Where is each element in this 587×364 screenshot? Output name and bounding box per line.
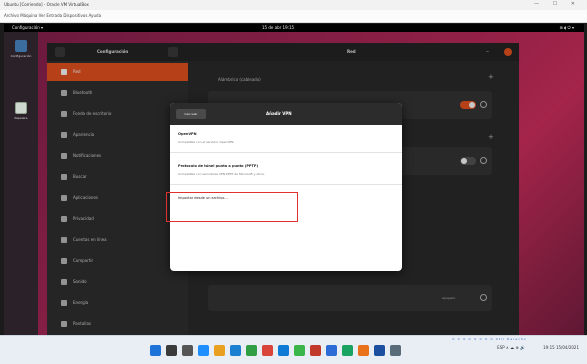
virtualbox-icon[interactable] xyxy=(374,345,385,356)
system-tray[interactable]: ⊞ ◖ ⏻ ▾ xyxy=(560,25,574,30)
edge-icon[interactable] xyxy=(230,345,241,356)
dock-item-label: Papelera xyxy=(14,116,28,120)
app-icon[interactable] xyxy=(358,345,369,356)
dock: Configuración Papelera xyxy=(4,32,38,335)
chrome-icon[interactable] xyxy=(246,345,257,356)
search-icon[interactable] xyxy=(166,345,177,356)
vpn-option-title: Protocolo de túnel punto a punto (PPTP) xyxy=(178,164,259,168)
app-icon[interactable] xyxy=(262,345,273,356)
app-icon[interactable] xyxy=(390,345,401,356)
dock-item-trash[interactable]: Papelera xyxy=(7,102,35,120)
app-icon[interactable] xyxy=(326,345,337,356)
dock-item-label: Configuración xyxy=(10,54,32,58)
activities-button[interactable]: Configuración ▾ xyxy=(12,25,43,30)
vbox-status-indicators[interactable]: ⊙ ⊙ ⊙ ⊙ ⊙ ⊙ ⊙ ⊙ Ctrl Derecho xyxy=(452,337,582,346)
cancel-button[interactable]: Cancelar xyxy=(176,109,206,119)
ubuntu-top-bar: Configuración ▾ 15 de abr 19:15 ⊞ ◖ ⏻ ▾ xyxy=(4,24,584,32)
task-view-icon[interactable] xyxy=(182,345,193,356)
vpn-option-description: Compatible con servidores VPN PPTP de Mi… xyxy=(178,172,265,176)
vpn-option-description: Compatible con el servidor OpenVPN. xyxy=(178,140,235,144)
host-menu[interactable]: Archivo Máquina Ver Entrada Dispositivos… xyxy=(4,13,101,18)
store-icon[interactable] xyxy=(278,345,289,356)
top-bar-clock[interactable]: 15 de abr 19:15 xyxy=(262,25,294,30)
dialog-title: Añadir VPN xyxy=(266,111,292,116)
host-title-bar: Ubuntu [Corriendo] - Oracle VM VirtualBo… xyxy=(0,0,587,10)
vpn-option-title: OpenVPN xyxy=(178,132,197,136)
host-title: Ubuntu [Corriendo] - Oracle VM VirtualBo… xyxy=(4,2,89,7)
app-icon[interactable] xyxy=(294,345,305,356)
trash-icon xyxy=(15,102,27,114)
annotation-highlight-box xyxy=(166,192,298,222)
vpn-option-pptp[interactable]: Protocolo de túnel punto a punto (PPTP) … xyxy=(170,157,402,185)
settings-app-icon xyxy=(15,40,27,52)
widgets-icon[interactable] xyxy=(198,345,209,356)
add-vpn-dialog: Cancelar Añadir VPN OpenVPN Compatible c… xyxy=(170,103,402,271)
file-explorer-icon[interactable] xyxy=(214,345,225,356)
app-icon[interactable] xyxy=(342,345,353,356)
app-icon[interactable] xyxy=(310,345,321,356)
dock-item-settings[interactable]: Configuración xyxy=(7,40,35,58)
vpn-option-openvpn[interactable]: OpenVPN Compatible con el servidor OpenV… xyxy=(170,125,402,153)
host-window-controls[interactable]: — ☐ ✕ xyxy=(534,1,581,7)
dialog-header: Cancelar Añadir VPN xyxy=(170,103,402,125)
start-icon[interactable] xyxy=(150,345,161,356)
host-menu-bar: Archivo Máquina Ver Entrada Dispositivos… xyxy=(0,10,587,23)
